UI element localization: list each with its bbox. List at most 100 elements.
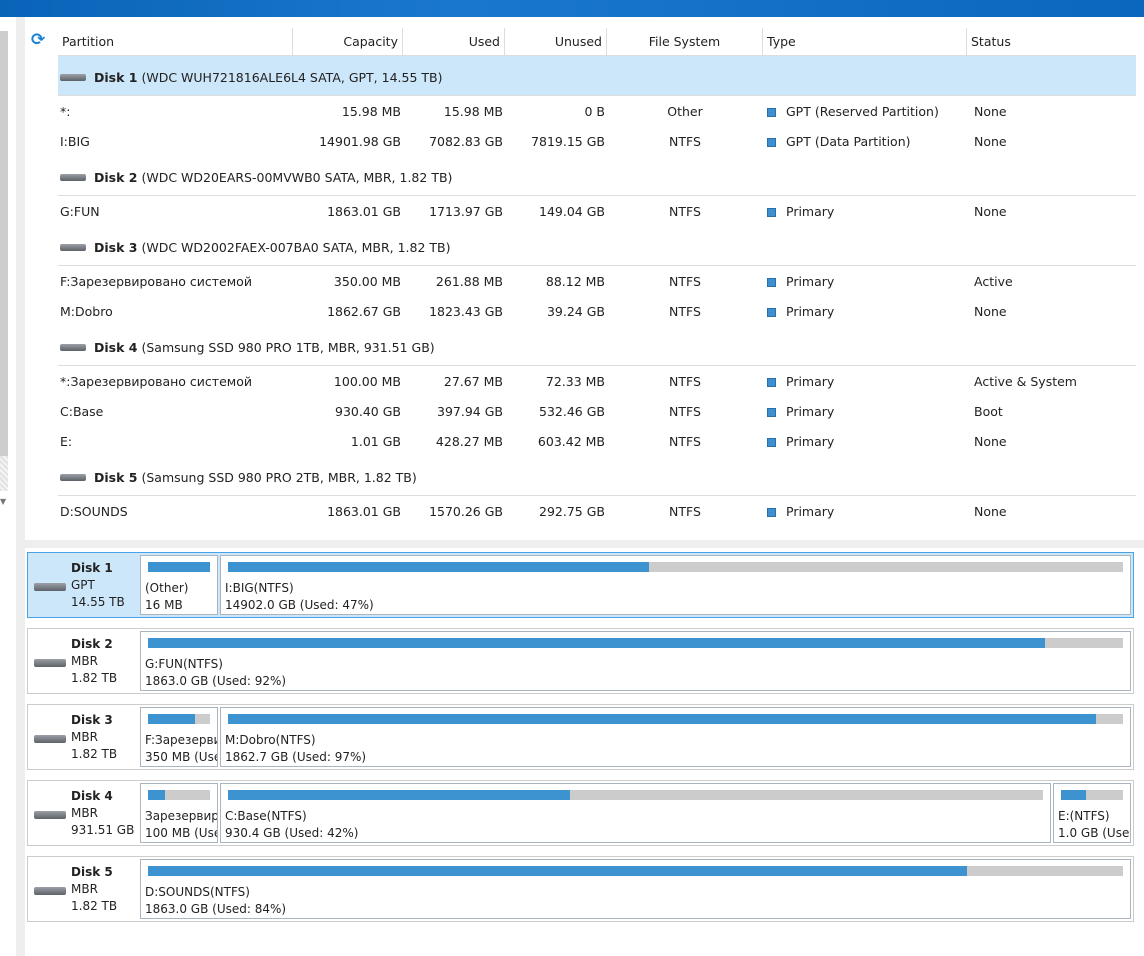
scrollbar-thumb[interactable] [0, 31, 8, 456]
partition-label: (Other) [145, 581, 189, 595]
disk-map-row[interactable]: Disk 5 MBR 1.82 TB D:SOUNDS(NTFS) 1863.0 GB … [27, 856, 1134, 922]
disk-row[interactable]: Disk 3 (WDC WD2002FAEX-007BA0 SATA, MBR, … [58, 226, 1136, 266]
cell-text: 1863.01 GB [327, 203, 401, 219]
cell-text: C:Base [60, 403, 104, 419]
disk-map-row[interactable]: Disk 1 GPT 14.55 TB (Other) 16 MB I:BIG(NTFS)… [27, 552, 1134, 618]
column-header-status[interactable]: Status [967, 28, 1136, 55]
cell-text: Primary [786, 503, 835, 519]
splitter[interactable] [25, 540, 1144, 548]
scroll-down-arrow-icon[interactable]: ▼ [0, 497, 6, 506]
cell-used: 27.67 MB [403, 374, 505, 389]
cell-status: None [967, 304, 1136, 319]
hard-drive-icon [60, 174, 86, 181]
column-header-capacity[interactable]: Capacity [293, 28, 403, 55]
partition-block[interactable]: Зарезервировано системой(NTFS) 100 MB (Us… [140, 783, 218, 843]
partition-label: E:(NTFS) [1058, 809, 1110, 823]
partition-block[interactable]: C:Base(NTFS) 930.4 GB (Used: 42%) [220, 783, 1051, 843]
scrollbar-track[interactable] [0, 456, 8, 491]
partition-block[interactable]: F:Зарезервировано системой(NTFS) 350 MB (… [140, 707, 218, 767]
cell-text: 14901.98 GB [319, 133, 401, 149]
cell-text: 603.42 MB [537, 433, 605, 449]
disk-size: 14.55 TB [71, 595, 125, 609]
cell-text: Primary [786, 433, 835, 449]
disk-row[interactable]: Disk 5 (Samsung SSD 980 PRO 2TB, MBR, 1.8… [58, 456, 1136, 496]
cell-text: M:Dobro [60, 303, 113, 319]
partition-style: MBR [71, 730, 98, 744]
column-header-type[interactable]: Type [763, 28, 967, 55]
partition-size: 930.4 GB (Used: 42%) [225, 826, 359, 840]
cell-file-system: NTFS [607, 304, 763, 319]
partition-row[interactable]: I:BIG 14901.98 GB 7082.83 GB 7819.15 GB NTFS… [58, 126, 1136, 156]
disk-map-row[interactable]: Disk 3 MBR 1.82 TB F:Зарезервировано систем… [27, 704, 1134, 770]
cell-text: 292.75 GB [539, 503, 605, 519]
hard-drive-icon [60, 244, 86, 251]
partition-label: D:SOUNDS(NTFS) [145, 885, 250, 899]
cell-unused: 72.33 MB [505, 374, 607, 389]
partition-row[interactable]: *: 15.98 MB 15.98 MB 0 B Other GPT (Reserved … [58, 96, 1136, 126]
cell-unused: 603.42 MB [505, 434, 607, 449]
cell-text: 149.04 GB [539, 203, 605, 219]
refresh-icon[interactable]: ⟳ [31, 30, 45, 50]
cell-type: Primary [763, 204, 967, 219]
partition-row[interactable]: F:Зарезервировано системой 350.00 MB 261.8… [58, 266, 1136, 296]
usage-bar [148, 790, 210, 800]
partition-block[interactable]: D:SOUNDS(NTFS) 1863.0 GB (Used: 84%) [140, 859, 1131, 919]
cell-text: 27.67 MB [443, 373, 503, 389]
partition-row[interactable]: D:SOUNDS 1863.01 GB 1570.26 GB 292.75 GB NTF… [58, 496, 1136, 526]
cell-used: 1713.97 GB [403, 204, 505, 219]
partition-block[interactable]: E:(NTFS) 1.0 GB (Used: 41%) [1053, 783, 1131, 843]
partition-block[interactable]: M:Dobro(NTFS) 1862.7 GB (Used: 97%) [220, 707, 1131, 767]
partition-block[interactable]: G:FUN(NTFS) 1863.0 GB (Used: 92%) [140, 631, 1131, 691]
partition-block[interactable]: (Other) 16 MB [140, 555, 218, 615]
cell-text: GPT (Data Partition) [786, 133, 911, 149]
cell-text: Primary [786, 373, 835, 389]
disk-label: Disk 3 MBR 1.82 TB [30, 707, 138, 767]
disk-info: (WDC WD2002FAEX-007BA0 SATA, MBR, 1.82 T… [141, 240, 451, 255]
cell-text: 72.33 MB [545, 373, 605, 389]
partition-table: Disk 1 (WDC WUH721816ALE6L4 SATA, GPT, 14… [58, 56, 1136, 526]
partition-size: 350 MB (Used: 75%) [145, 750, 217, 764]
cell-text: 15.98 MB [341, 103, 401, 119]
cell-text: 1713.97 GB [429, 203, 503, 219]
left-scrollbar[interactable]: ▼ [0, 17, 9, 956]
title-bar [0, 0, 1144, 17]
disk-row[interactable]: Disk 1 (WDC WUH721816ALE6L4 SATA, GPT, 14… [58, 56, 1136, 96]
cell-type: Primary [763, 304, 967, 319]
cell-text: 350.00 MB [333, 273, 401, 289]
column-header-file-system[interactable]: File System [607, 28, 763, 55]
disk-row[interactable]: Disk 4 (Samsung SSD 980 PRO 1TB, MBR, 931… [58, 326, 1136, 366]
usage-fill [148, 562, 210, 572]
cell-text: 532.46 GB [539, 403, 605, 419]
partition-size: 1863.0 GB (Used: 92%) [145, 674, 287, 688]
partition-row[interactable]: G:FUN 1863.01 GB 1713.97 GB 149.04 GB NTFS Pr… [58, 196, 1136, 226]
hard-drive-icon [34, 583, 66, 591]
partition-type-square-icon [767, 437, 776, 447]
cell-capacity: 1863.01 GB [293, 504, 403, 519]
cell-file-system: Other [607, 104, 763, 119]
cell-text: None [974, 503, 1007, 519]
partition-row[interactable]: *:Зарезервировано системой 100.00 MB 27.67… [58, 366, 1136, 396]
partition-row[interactable]: C:Base 930.40 GB 397.94 GB 532.46 GB NTFS Pri… [58, 396, 1136, 426]
cell-partition: I:BIG [58, 134, 293, 149]
partition-row[interactable]: M:Dobro 1862.67 GB 1823.43 GB 39.24 GB NTFS P… [58, 296, 1136, 326]
cell-used: 1823.43 GB [403, 304, 505, 319]
cell-text: Active & System [974, 373, 1077, 389]
disk-map-row[interactable]: Disk 4 MBR 931.51 GB Зарезервировано систем… [27, 780, 1134, 846]
disk-info: (WDC WUH721816ALE6L4 SATA, GPT, 14.55 TB… [141, 70, 443, 85]
partition-block[interactable]: I:BIG(NTFS) 14902.0 GB (Used: 47%) [220, 555, 1131, 615]
cell-type: Primary [763, 504, 967, 519]
cell-partition: M:Dobro [58, 304, 293, 319]
cell-unused: 292.75 GB [505, 504, 607, 519]
disk-row[interactable]: Disk 2 (WDC WD20EARS-00MVWB0 SATA, MBR, 1… [58, 156, 1136, 196]
partition-label: M:Dobro(NTFS) [225, 733, 316, 747]
column-header-used[interactable]: Used [403, 28, 505, 55]
partition-row[interactable]: E: 1.01 GB 428.27 MB 603.42 MB NTFS Primary No… [58, 426, 1136, 456]
disk-name: Disk 5 [71, 865, 113, 879]
cell-text: 39.24 GB [546, 303, 605, 319]
column-header-partition[interactable]: Partition [58, 28, 293, 55]
disk-map-row[interactable]: Disk 2 MBR 1.82 TB G:FUN(NTFS) 1863.0 GB (Us… [27, 628, 1134, 694]
cell-partition: C:Base [58, 404, 293, 419]
cell-status: None [967, 504, 1136, 519]
column-header-unused[interactable]: Unused [505, 28, 607, 55]
cell-text: F:Зарезервировано системой [60, 273, 252, 289]
